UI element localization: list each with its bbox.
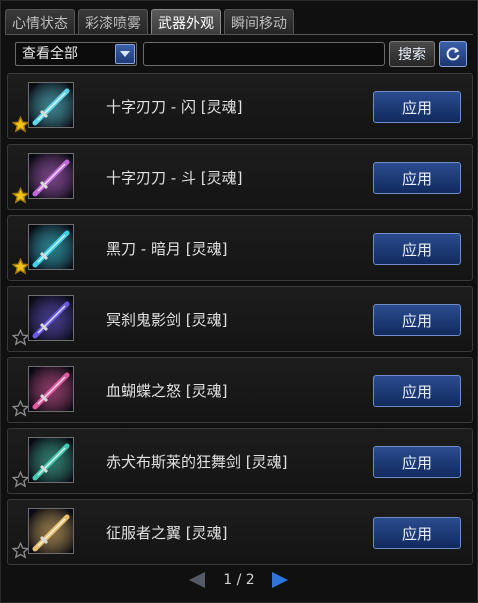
pagination: 1 / 2 [1,569,478,593]
refresh-icon [446,47,460,61]
tab-divider [5,34,473,35]
weapon-appearance-panel: 心情状态 彩漆喷雾 武器外观 瞬间移动 查看全部 搜索 十字刃刀 - 闪 [灵魂… [0,0,478,603]
item-name: 黑刀 - 暗月 [灵魂] [106,240,228,258]
item-name: 冥刹鬼影剑 [灵魂] [106,311,228,329]
filter-dropdown[interactable]: 查看全部 [15,42,137,66]
list-item: 征服者之翼 [灵魂] 应用 [7,499,473,565]
filter-dropdown-value: 查看全部 [22,46,78,62]
apply-button[interactable]: 应用 [373,375,461,407]
item-name: 十字刃刀 - 闪 [灵魂] [106,98,243,116]
favorite-star-icon[interactable] [12,329,29,346]
refresh-button[interactable] [439,41,467,67]
apply-button[interactable]: 应用 [373,162,461,194]
item-name: 征服者之翼 [灵魂] [106,524,228,542]
apply-button[interactable]: 应用 [373,446,461,478]
list-item: 血蝴蝶之怒 [灵魂] 应用 [7,357,473,423]
search-button[interactable]: 搜索 [389,41,435,67]
favorite-star-icon[interactable] [12,116,29,133]
favorite-star-icon[interactable] [12,258,29,275]
weapon-blade-icon [28,153,74,199]
tab-weapon-appearance[interactable]: 武器外观 [151,9,221,35]
weapon-katana-icon [28,224,74,270]
tab-bar: 心情状态 彩漆喷雾 武器外观 瞬间移动 [5,9,294,35]
list-item: 十字刃刀 - 斗 [灵魂] 应用 [7,144,473,210]
chevron-down-icon[interactable] [115,44,135,64]
item-name: 赤犬布斯莱的狂舞剑 [灵魂] [106,453,288,471]
weapon-wing-icon [28,508,74,554]
apply-button[interactable]: 应用 [373,517,461,549]
weapon-blade-icon [28,82,74,128]
weapon-sword-icon [28,437,74,483]
list-item: 黑刀 - 暗月 [灵魂] 应用 [7,215,473,281]
item-name: 血蝴蝶之怒 [灵魂] [106,382,228,400]
page-indicator: 1 / 2 [223,572,255,588]
apply-button[interactable]: 应用 [373,233,461,265]
favorite-star-icon[interactable] [12,400,29,417]
item-name: 十字刃刀 - 斗 [灵魂] [106,169,243,187]
tab-mood-status[interactable]: 心情状态 [5,9,75,35]
next-page-icon[interactable] [272,572,288,588]
apply-button[interactable]: 应用 [373,304,461,336]
weapon-ghost-sword-icon [28,295,74,341]
search-input[interactable] [143,42,385,66]
tab-paint-spray[interactable]: 彩漆喷雾 [78,9,148,35]
favorite-star-icon[interactable] [12,542,29,559]
list-item: 赤犬布斯莱的狂舞剑 [灵魂] 应用 [7,428,473,494]
list-item: 冥刹鬼影剑 [灵魂] 应用 [7,286,473,352]
toolbar: 查看全部 搜索 [15,41,467,67]
list-item: 十字刃刀 - 闪 [灵魂] 应用 [7,73,473,139]
favorite-star-icon[interactable] [12,187,29,204]
weapon-butterfly-icon [28,366,74,412]
prev-page-icon[interactable] [189,572,205,588]
tab-instant-teleport[interactable]: 瞬间移动 [224,9,294,35]
favorite-star-icon[interactable] [12,471,29,488]
apply-button[interactable]: 应用 [373,91,461,123]
